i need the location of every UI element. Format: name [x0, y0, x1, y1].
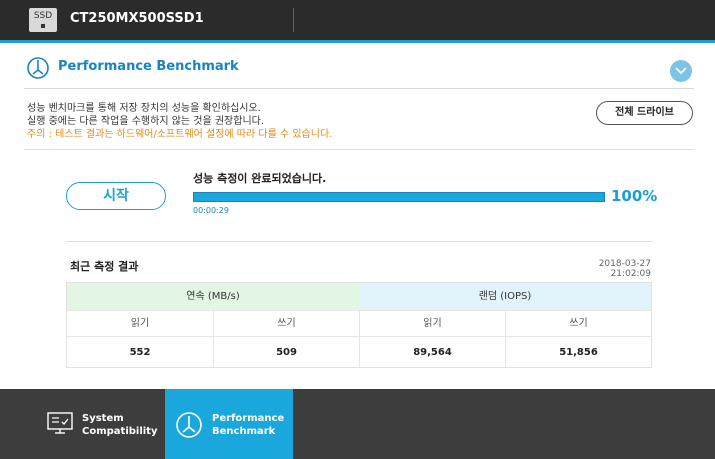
progress-fill	[194, 193, 604, 201]
topbar-divider	[293, 8, 294, 32]
chevron-down-icon	[675, 67, 687, 75]
results-table: 연속 (MB/s) 랜덤 (IOPS) 읽기 쓰기 읽기 쓰기 552 509 …	[66, 282, 652, 368]
all-drives-button[interactable]: 전체 드라이브	[596, 101, 693, 125]
results-timestamp: 2018-03-27 21:02:09	[598, 259, 651, 279]
seq-read-label: 읽기	[67, 310, 213, 336]
checklist-monitor-icon	[47, 412, 73, 434]
seq-read-value: 552	[67, 336, 213, 367]
nav-system-compatibility[interactable]: System Compatibility	[0, 389, 165, 459]
top-accent-line	[0, 40, 715, 43]
progress-percent: 100%	[611, 187, 658, 205]
section-title: Performance Benchmark	[58, 59, 239, 74]
gauge-icon	[27, 57, 49, 79]
results-divider	[66, 241, 653, 242]
description-divider	[24, 149, 694, 150]
ssd-icon-label: SSD	[33, 11, 53, 21]
rnd-write-value: 51,856	[505, 336, 651, 367]
nav-performance-benchmark[interactable]: Performance Benchmark	[165, 389, 293, 459]
nav-perf-label-1: Performance	[212, 413, 285, 424]
random-header: 랜덤 (IOPS)	[359, 283, 651, 310]
results-title: 최근 측정 결과	[70, 260, 139, 273]
top-bar: SSD CT250MX500SSD1	[0, 0, 715, 40]
seq-write-label: 쓰기	[213, 310, 359, 336]
nav-perf-label-2: Benchmark	[212, 426, 276, 437]
nav-system-label-1: System	[82, 413, 124, 424]
drive-name[interactable]: CT250MX500SSD1	[70, 11, 204, 26]
bottom-nav: System Compatibility Performance Benchma…	[0, 389, 715, 459]
progress-bar	[193, 192, 605, 202]
start-button[interactable]: 시작	[66, 182, 166, 210]
rnd-read-value: 89,564	[359, 336, 505, 367]
ssd-drive-icon: SSD	[29, 8, 57, 32]
elapsed-time: 00:00:29	[193, 206, 229, 215]
status-text: 성능 측정이 완료되었습니다.	[193, 172, 327, 185]
nav-system-label-2: Compatibility	[82, 426, 158, 437]
sequential-header: 연속 (MB/s)	[67, 283, 359, 310]
rnd-read-label: 읽기	[359, 310, 505, 336]
header-divider	[24, 88, 694, 89]
gauge-icon	[176, 412, 202, 438]
warning-text: 주의 : 테스트 결과는 하드웨어/소프트웨어 설정에 따라 다를 수 있습니다…	[27, 129, 333, 140]
seq-write-value: 509	[213, 336, 359, 367]
collapse-button[interactable]	[670, 60, 692, 82]
rnd-write-label: 쓰기	[505, 310, 651, 336]
